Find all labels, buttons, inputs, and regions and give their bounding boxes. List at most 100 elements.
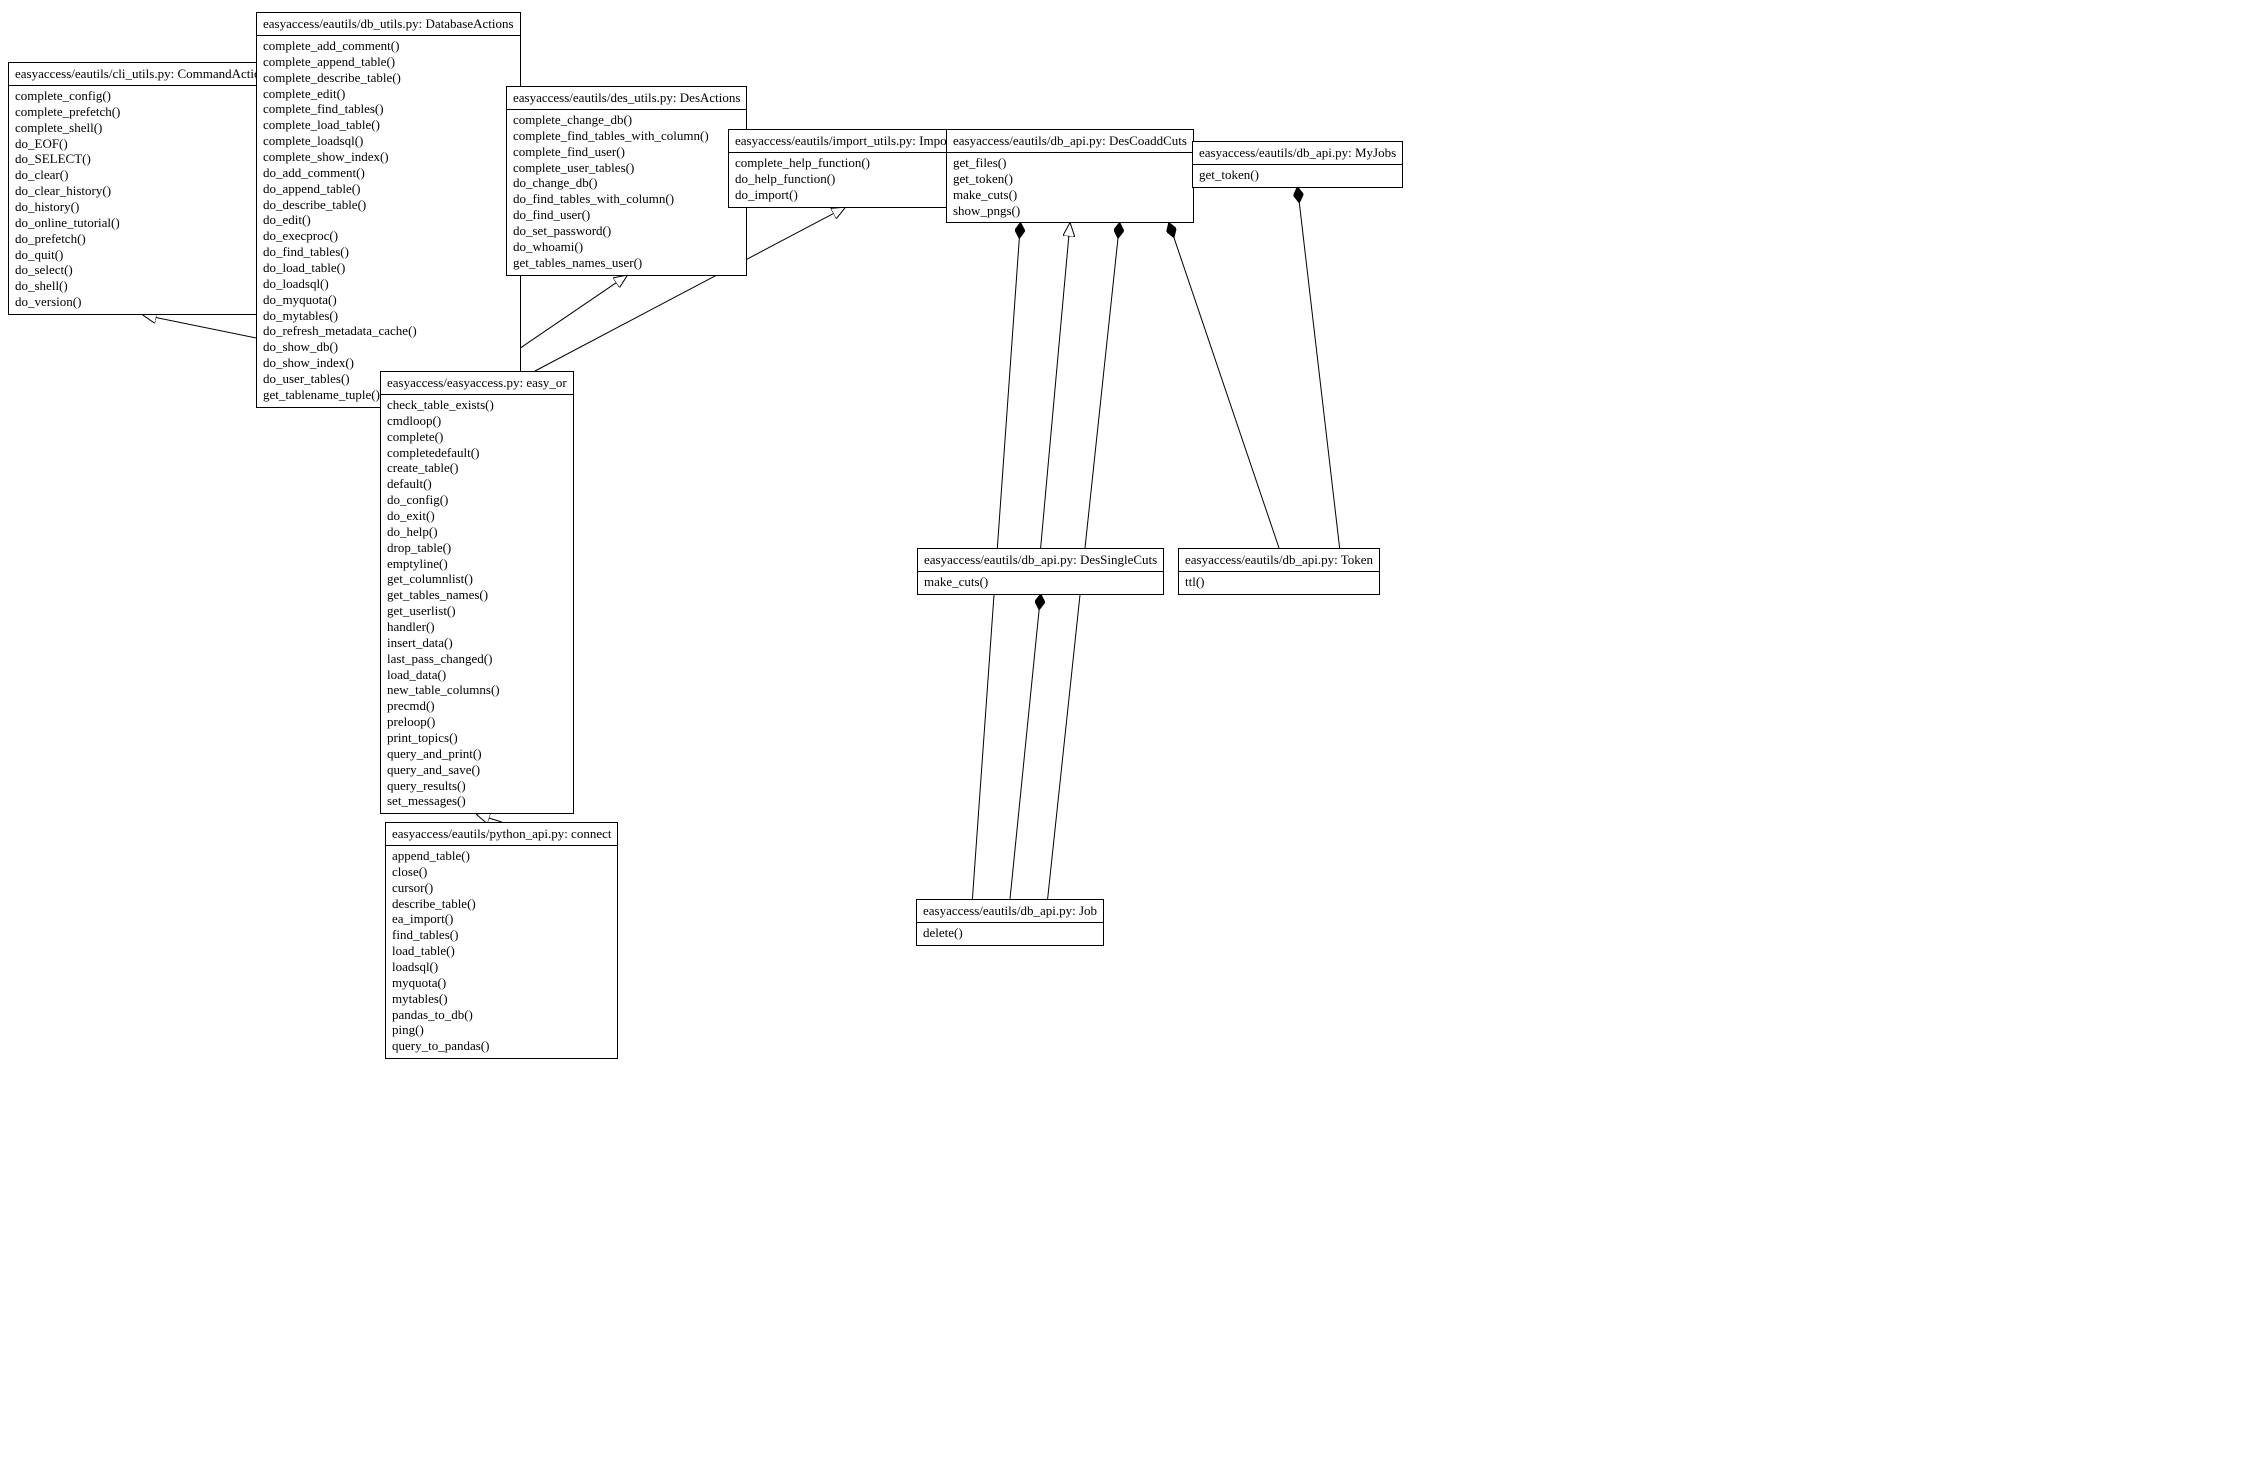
class-method: do_prefetch() [15, 231, 272, 247]
class-method: do_help() [387, 524, 567, 540]
class-method: get_token() [1199, 167, 1396, 183]
class-method: complete_find_user() [513, 144, 740, 160]
class-method: do_clear_history() [15, 183, 272, 199]
class-method: complete_find_tables() [263, 101, 514, 117]
class-method: get_userlist() [387, 603, 567, 619]
class-import: easyaccess/eautils/import_utils.py: Impo… [728, 129, 962, 208]
composition-edge [1169, 223, 1279, 548]
class-title: easyaccess/eautils/db_api.py: Token [1179, 549, 1379, 572]
class-method: do_load_table() [263, 260, 514, 276]
class-method: ttl() [1185, 574, 1373, 590]
class-body: check_table_exists()cmdloop()complete()c… [381, 395, 573, 813]
class-method: ea_import() [392, 911, 611, 927]
class-method: complete_load_table() [263, 117, 514, 133]
class-method: do_execproc() [263, 228, 514, 244]
composition-edge [1298, 188, 1340, 548]
class-easy-or: easyaccess/easyaccess.py: easy_orcheck_t… [380, 371, 574, 814]
class-method: delete() [923, 925, 1097, 941]
class-method: handler() [387, 619, 567, 635]
class-method: complete_change_db() [513, 112, 740, 128]
class-body: make_cuts() [918, 572, 1163, 594]
class-body: complete_add_comment()complete_append_ta… [257, 36, 520, 407]
composition-edge [1010, 595, 1041, 899]
class-method: loadsql() [392, 959, 611, 975]
class-method: do_SELECT() [15, 151, 272, 167]
class-des-single-cuts: easyaccess/eautils/db_api.py: DesSingleC… [917, 548, 1164, 595]
class-method: get_files() [953, 155, 1187, 171]
class-method: do_clear() [15, 167, 272, 183]
class-method: emptyline() [387, 556, 567, 572]
class-title: easyaccess/eautils/db_api.py: DesSingleC… [918, 549, 1163, 572]
class-method: complete_append_table() [263, 54, 514, 70]
class-title: easyaccess/eautils/import_utils.py: Impo… [729, 130, 961, 153]
class-method: do_whoami() [513, 239, 740, 255]
class-method: ping() [392, 1022, 611, 1038]
class-method: drop_table() [387, 540, 567, 556]
class-body: complete_help_function()do_help_function… [729, 153, 961, 207]
class-method: query_to_pandas() [392, 1038, 611, 1054]
class-method: complete_config() [15, 88, 272, 104]
class-method: get_tables_names_user() [513, 255, 740, 271]
class-method: complete_help_function() [735, 155, 955, 171]
class-title: easyaccess/easyaccess.py: easy_or [381, 372, 573, 395]
class-method: precmd() [387, 698, 567, 714]
class-method: do_online_tutorial() [15, 215, 272, 231]
class-method: close() [392, 864, 611, 880]
class-method: get_columnlist() [387, 571, 567, 587]
class-title: easyaccess/eautils/db_utils.py: Database… [257, 13, 520, 36]
class-token: easyaccess/eautils/db_api.py: Token ttl() [1178, 548, 1380, 595]
class-method: do_myquota() [263, 292, 514, 308]
class-method: set_messages() [387, 793, 567, 809]
class-method: get_token() [953, 171, 1187, 187]
class-method: completedefault() [387, 445, 567, 461]
class-method: get_tables_names() [387, 587, 567, 603]
class-method: do_select() [15, 262, 272, 278]
class-command-actions: easyaccess/eautils/cli_utils.py: Command… [8, 62, 279, 315]
uml-canvas: easyaccess/eautils/cli_utils.py: Command… [0, 0, 2253, 1475]
class-method: do_show_index() [263, 355, 514, 371]
class-method: describe_table() [392, 896, 611, 912]
class-method: default() [387, 476, 567, 492]
class-method: do_version() [15, 294, 272, 310]
class-method: make_cuts() [924, 574, 1157, 590]
class-method: complete_shell() [15, 120, 272, 136]
class-method: mytables() [392, 991, 611, 1007]
class-body: complete_change_db()complete_find_tables… [507, 110, 746, 275]
inheritance-edge [1041, 223, 1070, 548]
class-method: do_refresh_metadata_cache() [263, 323, 514, 339]
class-method: do_exit() [387, 508, 567, 524]
class-title: easyaccess/eautils/db_api.py: Job [917, 900, 1103, 923]
class-method: do_shell() [15, 278, 272, 294]
class-method: complete_prefetch() [15, 104, 272, 120]
class-method: do_history() [15, 199, 272, 215]
class-method: check_table_exists() [387, 397, 567, 413]
class-method: do_find_tables_with_column() [513, 191, 740, 207]
class-title: easyaccess/eautils/db_api.py: DesCoaddCu… [947, 130, 1193, 153]
class-method: query_and_save() [387, 762, 567, 778]
class-title: easyaccess/eautils/python_api.py: connec… [386, 823, 617, 846]
class-method: complete() [387, 429, 567, 445]
class-method: do_append_table() [263, 181, 514, 197]
class-method: load_table() [392, 943, 611, 959]
class-method: do_show_db() [263, 339, 514, 355]
class-method: cursor() [392, 880, 611, 896]
class-title: easyaccess/eautils/cli_utils.py: Command… [9, 63, 278, 86]
class-method: make_cuts() [953, 187, 1187, 203]
class-connect: easyaccess/eautils/python_api.py: connec… [385, 822, 618, 1059]
class-method: find_tables() [392, 927, 611, 943]
inheritance-edge [477, 814, 502, 822]
class-method: complete_user_tables() [513, 160, 740, 176]
class-method: load_data() [387, 667, 567, 683]
class-body: complete_config()complete_prefetch()comp… [9, 86, 278, 314]
class-method: do_describe_table() [263, 197, 514, 213]
class-method: last_pass_changed() [387, 651, 567, 667]
class-my-jobs: easyaccess/eautils/db_api.py: MyJobsget_… [1192, 141, 1403, 188]
class-method: do_set_password() [513, 223, 740, 239]
class-method: complete_edit() [263, 86, 514, 102]
class-des-coadd-cuts: easyaccess/eautils/db_api.py: DesCoaddCu… [946, 129, 1194, 223]
class-method: myquota() [392, 975, 611, 991]
class-method: append_table() [392, 848, 611, 864]
class-method: do_EOF() [15, 136, 272, 152]
class-job: easyaccess/eautils/db_api.py: Job delete(… [916, 899, 1104, 946]
class-method: insert_data() [387, 635, 567, 651]
